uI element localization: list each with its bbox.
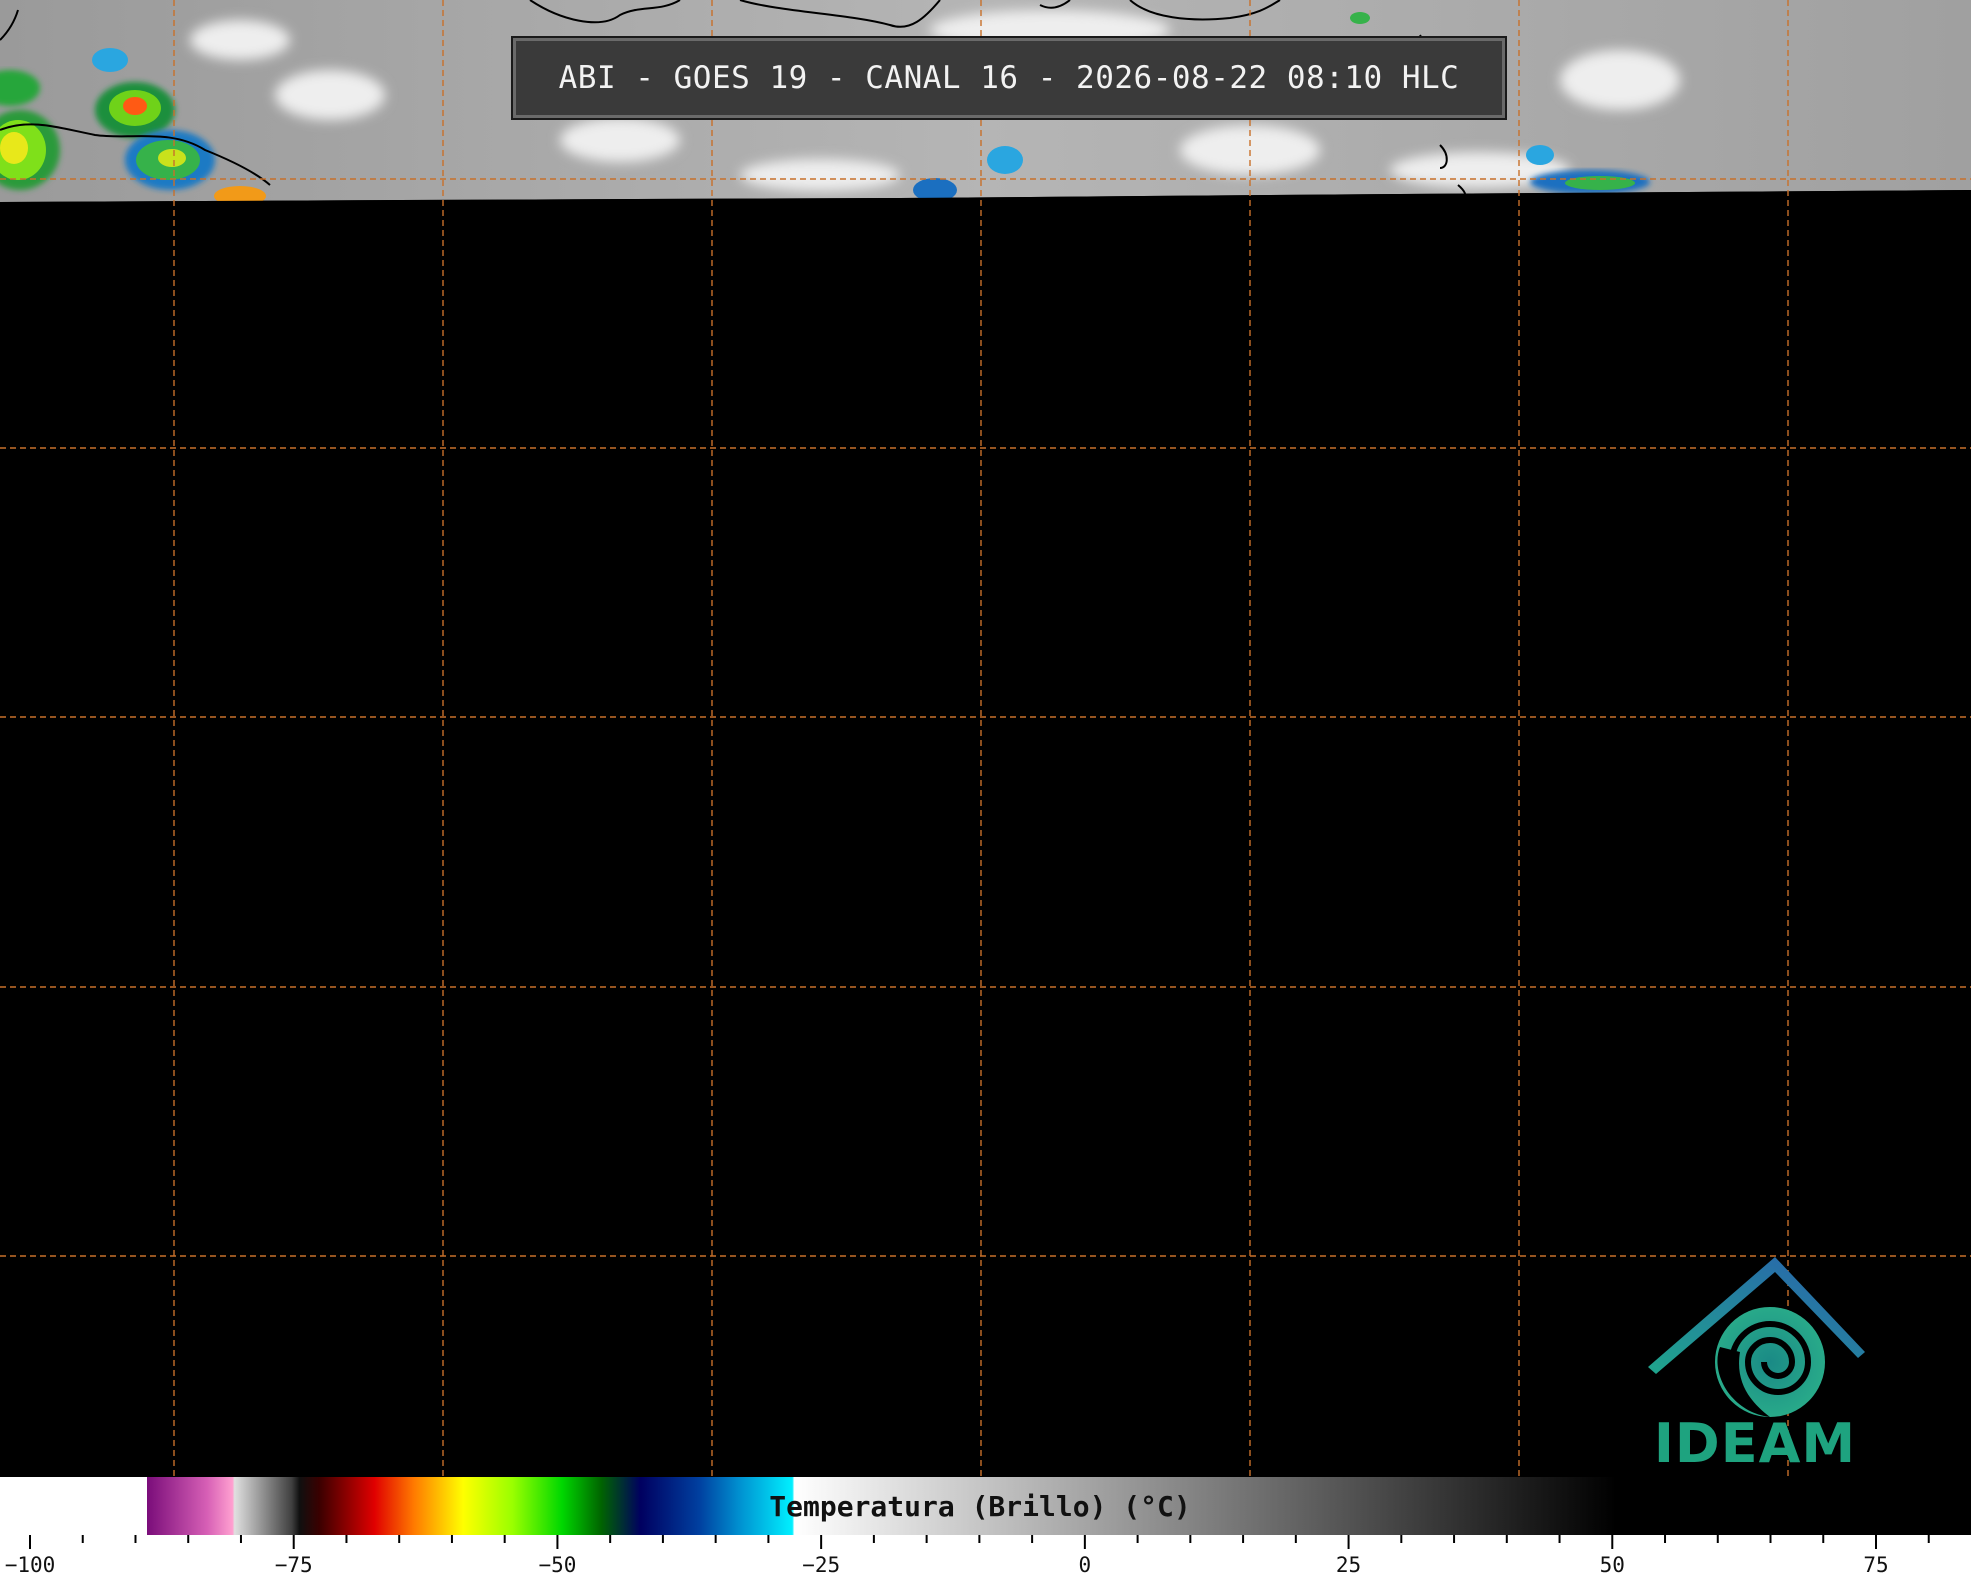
colorbar-tick-label: −100 bbox=[4, 1553, 56, 1577]
colorbar-tick-label: 50 bbox=[1599, 1553, 1625, 1577]
colorbar-tick-label: 25 bbox=[1335, 1553, 1362, 1577]
colorbar-tick-label: −75 bbox=[274, 1553, 313, 1577]
map-title: ABI - GOES 19 - CANAL 16 - 2026-08-22 08… bbox=[558, 60, 1460, 96]
colorbar-tick-label: 0 bbox=[1078, 1553, 1092, 1577]
satellite-map: ABI - GOES 19 - CANAL 16 - 2026-08-22 08… bbox=[0, 0, 1971, 1477]
colorbar-label: Temperatura (Brillo) (°C) bbox=[769, 1490, 1191, 1523]
colorbar-tick-label: −50 bbox=[538, 1553, 577, 1577]
logo-text: IDEAM bbox=[1653, 1412, 1857, 1475]
colorbar-tick-label: −25 bbox=[802, 1553, 841, 1577]
title-box: ABI - GOES 19 - CANAL 16 - 2026-08-22 08… bbox=[513, 38, 1505, 118]
colorbar-tick-label: 75 bbox=[1863, 1553, 1889, 1577]
